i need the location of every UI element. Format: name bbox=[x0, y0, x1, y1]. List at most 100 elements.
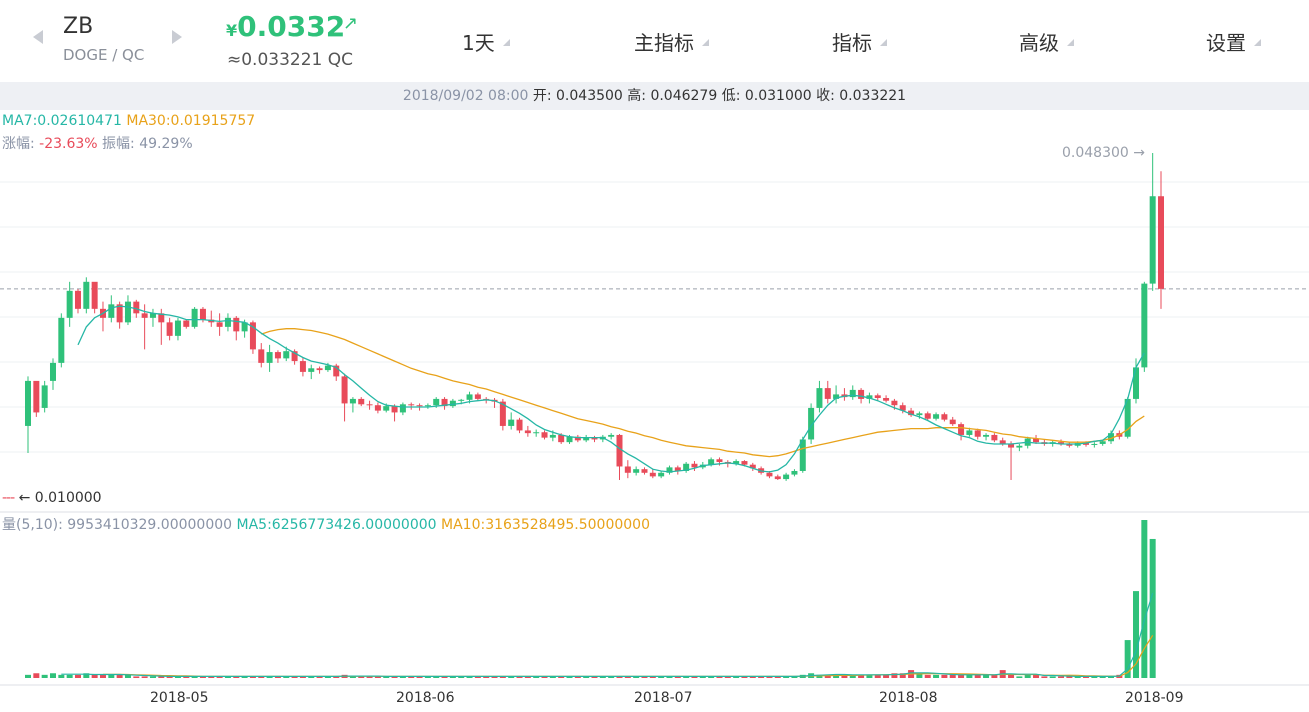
candle-body bbox=[258, 349, 265, 363]
candle-body bbox=[166, 322, 173, 336]
candle-body bbox=[133, 301, 140, 314]
candle-body bbox=[349, 398, 356, 404]
volume-bar bbox=[1041, 676, 1048, 678]
candle-body bbox=[624, 466, 631, 473]
candle-body bbox=[516, 419, 523, 431]
candle-body bbox=[49, 362, 56, 381]
candle-body bbox=[74, 290, 81, 309]
candle-body bbox=[58, 317, 65, 363]
x-tick-label: 2018-08 bbox=[879, 690, 938, 706]
volume-ma10: MA10:3163528495.50000000 bbox=[441, 517, 650, 533]
volume-bar bbox=[941, 674, 948, 678]
candle-body bbox=[766, 472, 773, 477]
volume-bar bbox=[1024, 674, 1031, 678]
candle-body bbox=[774, 476, 781, 480]
volume-ma10-line bbox=[103, 634, 1154, 677]
candle-body bbox=[199, 308, 206, 320]
max-price-label: 0.048300 → bbox=[1062, 145, 1145, 161]
candle-body bbox=[374, 405, 381, 411]
candle-body bbox=[174, 320, 181, 336]
volume-bar bbox=[1033, 674, 1040, 678]
candle-body bbox=[108, 304, 115, 318]
candle-body bbox=[716, 459, 723, 462]
candle-body bbox=[858, 389, 865, 399]
candle-body bbox=[691, 463, 698, 468]
volume-bar bbox=[58, 674, 65, 678]
candle-body bbox=[308, 368, 315, 372]
candle-body bbox=[608, 434, 615, 437]
candle-body bbox=[66, 290, 73, 318]
candle-body bbox=[966, 430, 973, 435]
candle-body bbox=[541, 432, 548, 438]
candle-body bbox=[924, 413, 931, 419]
candle-body bbox=[366, 404, 373, 406]
x-tick-label: 2018-06 bbox=[396, 690, 455, 706]
candle-body bbox=[399, 404, 406, 413]
candle-body bbox=[949, 419, 956, 425]
candle-body bbox=[433, 398, 440, 406]
volume-bar bbox=[116, 674, 123, 678]
candle-body bbox=[25, 380, 31, 426]
amplitude-label: 振幅: bbox=[97, 136, 140, 152]
min-price-value: ← 0.010000 bbox=[18, 490, 102, 506]
candle-body bbox=[474, 394, 481, 399]
volume-bar bbox=[49, 673, 56, 678]
candle-body bbox=[283, 351, 290, 359]
volume-bar bbox=[141, 676, 148, 678]
volume-bar bbox=[66, 674, 73, 678]
candle-body bbox=[33, 380, 40, 413]
x-tick-label: 2018-09 bbox=[1125, 690, 1184, 706]
volume-bar bbox=[1008, 674, 1015, 678]
candle-body bbox=[533, 432, 540, 434]
candle-body bbox=[958, 424, 965, 435]
candle-body bbox=[874, 395, 881, 399]
candle-body bbox=[216, 322, 223, 327]
volume-bar bbox=[33, 673, 40, 678]
candle-body bbox=[191, 308, 198, 327]
x-tick-label: 2018-07 bbox=[634, 690, 693, 706]
ma7-value: MA7:0.02610471 bbox=[2, 113, 122, 129]
volume-bar bbox=[99, 674, 106, 678]
candle-body bbox=[416, 405, 423, 407]
candle-body bbox=[224, 317, 231, 327]
volume-bar bbox=[25, 674, 31, 678]
candle-body bbox=[933, 414, 940, 419]
candle-body bbox=[1133, 367, 1140, 399]
volume-bar bbox=[149, 676, 156, 678]
ma30-line bbox=[261, 328, 1145, 458]
candle-body bbox=[1016, 445, 1023, 448]
candle-body bbox=[408, 404, 415, 406]
volume-bar bbox=[1149, 538, 1156, 678]
candle-body bbox=[1091, 443, 1098, 445]
candle-body bbox=[383, 406, 390, 411]
candle-body bbox=[741, 461, 748, 465]
candle-body bbox=[916, 413, 923, 416]
candle-body bbox=[1141, 283, 1148, 368]
ma-legend: MA7:0.02610471 MA30:0.01915757 bbox=[2, 113, 255, 129]
volume-value: 量(5,10): 9953410329.00000000 bbox=[2, 517, 233, 533]
candle-body bbox=[358, 398, 365, 405]
candle-body bbox=[274, 352, 281, 359]
candle-body bbox=[299, 361, 306, 372]
candle-body bbox=[633, 469, 640, 473]
volume-bar bbox=[949, 674, 956, 678]
change-label: 涨幅: bbox=[2, 136, 40, 152]
candle-body bbox=[391, 406, 398, 413]
candle-body bbox=[233, 317, 240, 332]
candle-body bbox=[266, 352, 273, 363]
candle-body bbox=[1158, 196, 1164, 289]
kline-chart[interactable] bbox=[0, 0, 1309, 712]
candle-body bbox=[508, 419, 515, 426]
candle-body bbox=[91, 281, 98, 309]
candle-body bbox=[658, 472, 665, 477]
candle-body bbox=[424, 405, 431, 407]
min-dash: --- bbox=[2, 490, 15, 506]
volume-bar bbox=[91, 674, 98, 678]
candle-body bbox=[816, 388, 823, 408]
candle-body bbox=[983, 434, 990, 437]
candle-body bbox=[458, 399, 465, 401]
volume-bar bbox=[933, 674, 940, 678]
volume-bar bbox=[133, 676, 140, 678]
candle-body bbox=[124, 301, 131, 323]
volume-bar bbox=[74, 674, 81, 678]
